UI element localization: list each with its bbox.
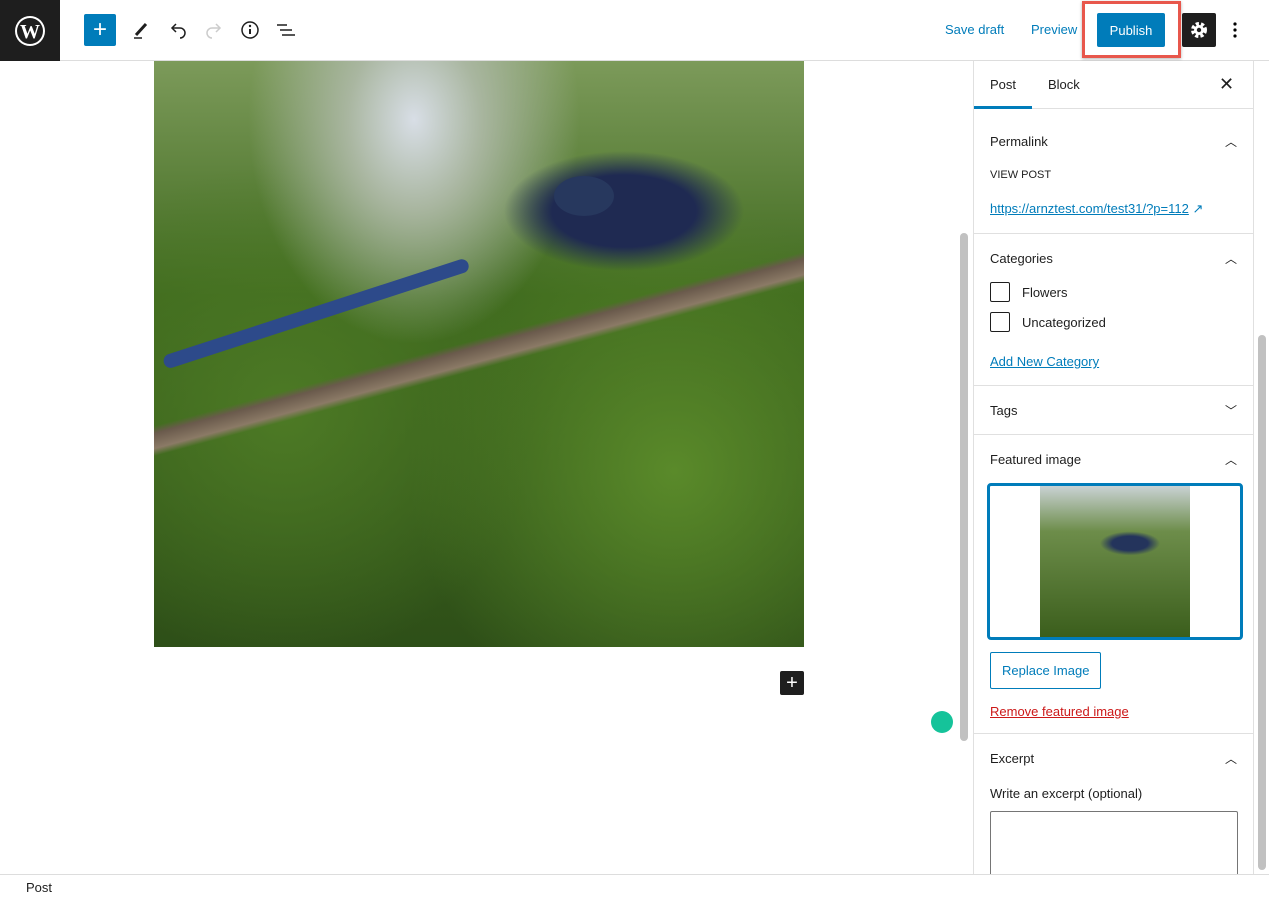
replace-image-button[interactable]: Replace Image xyxy=(990,652,1102,689)
category-label: Uncategorized xyxy=(1022,314,1106,330)
grammarly-icon[interactable] xyxy=(931,711,953,733)
external-link-icon: ↗ xyxy=(1192,201,1204,216)
category-checkbox-uncategorized[interactable]: Uncategorized xyxy=(990,312,1237,332)
settings-gear-icon[interactable] xyxy=(1182,13,1216,47)
top-toolbar: W + Save draft Preview Publish xyxy=(0,0,1269,61)
excerpt-label: Write an excerpt (optional) xyxy=(990,786,1143,801)
categories-panel-toggle[interactable]: Categories ︿ xyxy=(990,234,1237,282)
permalink-panel-toggle[interactable]: Permalink ︿ xyxy=(990,117,1237,165)
settings-sidebar: Post Block ✕ Permalink ︿ VIEW POST https:… xyxy=(973,61,1254,874)
panel-title: Permalink xyxy=(990,133,1048,149)
tab-block[interactable]: Block xyxy=(1048,77,1080,92)
category-checkbox-flowers[interactable]: Flowers xyxy=(990,282,1237,302)
excerpt-panel-toggle[interactable]: Excerpt ︿ xyxy=(990,734,1237,782)
edit-tools-pencil-icon[interactable] xyxy=(125,14,157,46)
close-sidebar-icon[interactable]: ✕ xyxy=(1219,74,1234,95)
chevron-down-icon: ﹀ xyxy=(1224,403,1237,418)
breadcrumb-item-post[interactable]: Post xyxy=(26,880,52,895)
sidebar-scrollbar[interactable] xyxy=(1258,335,1266,870)
permalink-url-link[interactable]: https://arnztest.com/test31/?p=112 xyxy=(990,201,1189,216)
chevron-up-icon: ︿ xyxy=(1224,134,1237,149)
undo-icon[interactable] xyxy=(162,14,194,46)
save-draft-button[interactable]: Save draft xyxy=(945,22,1004,37)
featured-image-panel-toggle[interactable]: Featured image ︿ xyxy=(990,435,1237,483)
publish-button[interactable]: Publish xyxy=(1097,13,1165,47)
tags-panel-toggle[interactable]: Tags ﹀ xyxy=(990,386,1237,434)
chevron-up-icon: ︿ xyxy=(1224,452,1237,467)
excerpt-textarea[interactable] xyxy=(990,811,1238,874)
chevron-up-icon: ︿ xyxy=(1224,751,1237,766)
featured-image-thumbnail xyxy=(1040,486,1190,637)
more-options-icon[interactable] xyxy=(1220,14,1250,46)
svg-text:W: W xyxy=(20,21,40,43)
list-view-icon[interactable] xyxy=(270,14,302,46)
preview-button[interactable]: Preview xyxy=(1031,22,1077,37)
panel-title: Featured image xyxy=(990,451,1082,467)
add-block-button[interactable]: + xyxy=(84,14,116,46)
dragonfly-image[interactable] xyxy=(154,61,804,647)
tab-post[interactable]: Post xyxy=(990,77,1016,92)
featured-image-preview[interactable] xyxy=(987,483,1243,640)
chevron-up-icon: ︿ xyxy=(1224,251,1237,266)
details-info-icon[interactable] xyxy=(234,14,266,46)
panel-title: Excerpt xyxy=(990,750,1035,766)
panel-title: Tags xyxy=(990,402,1018,418)
active-tab-indicator xyxy=(974,106,1032,109)
wordpress-logo-icon[interactable]: W xyxy=(0,0,60,61)
panel-title: Categories xyxy=(990,250,1053,266)
remove-featured-image-link[interactable]: Remove featured image xyxy=(990,704,1237,719)
editor-scrollbar[interactable] xyxy=(960,233,968,741)
redo-icon[interactable] xyxy=(198,14,230,46)
view-post-label: VIEW POST xyxy=(990,169,1052,181)
block-breadcrumb: Post xyxy=(0,874,1269,899)
add-new-category-link[interactable]: Add New Category xyxy=(990,354,1237,369)
add-block-inline-button[interactable]: + xyxy=(780,671,804,695)
category-label: Flowers xyxy=(1022,284,1068,300)
